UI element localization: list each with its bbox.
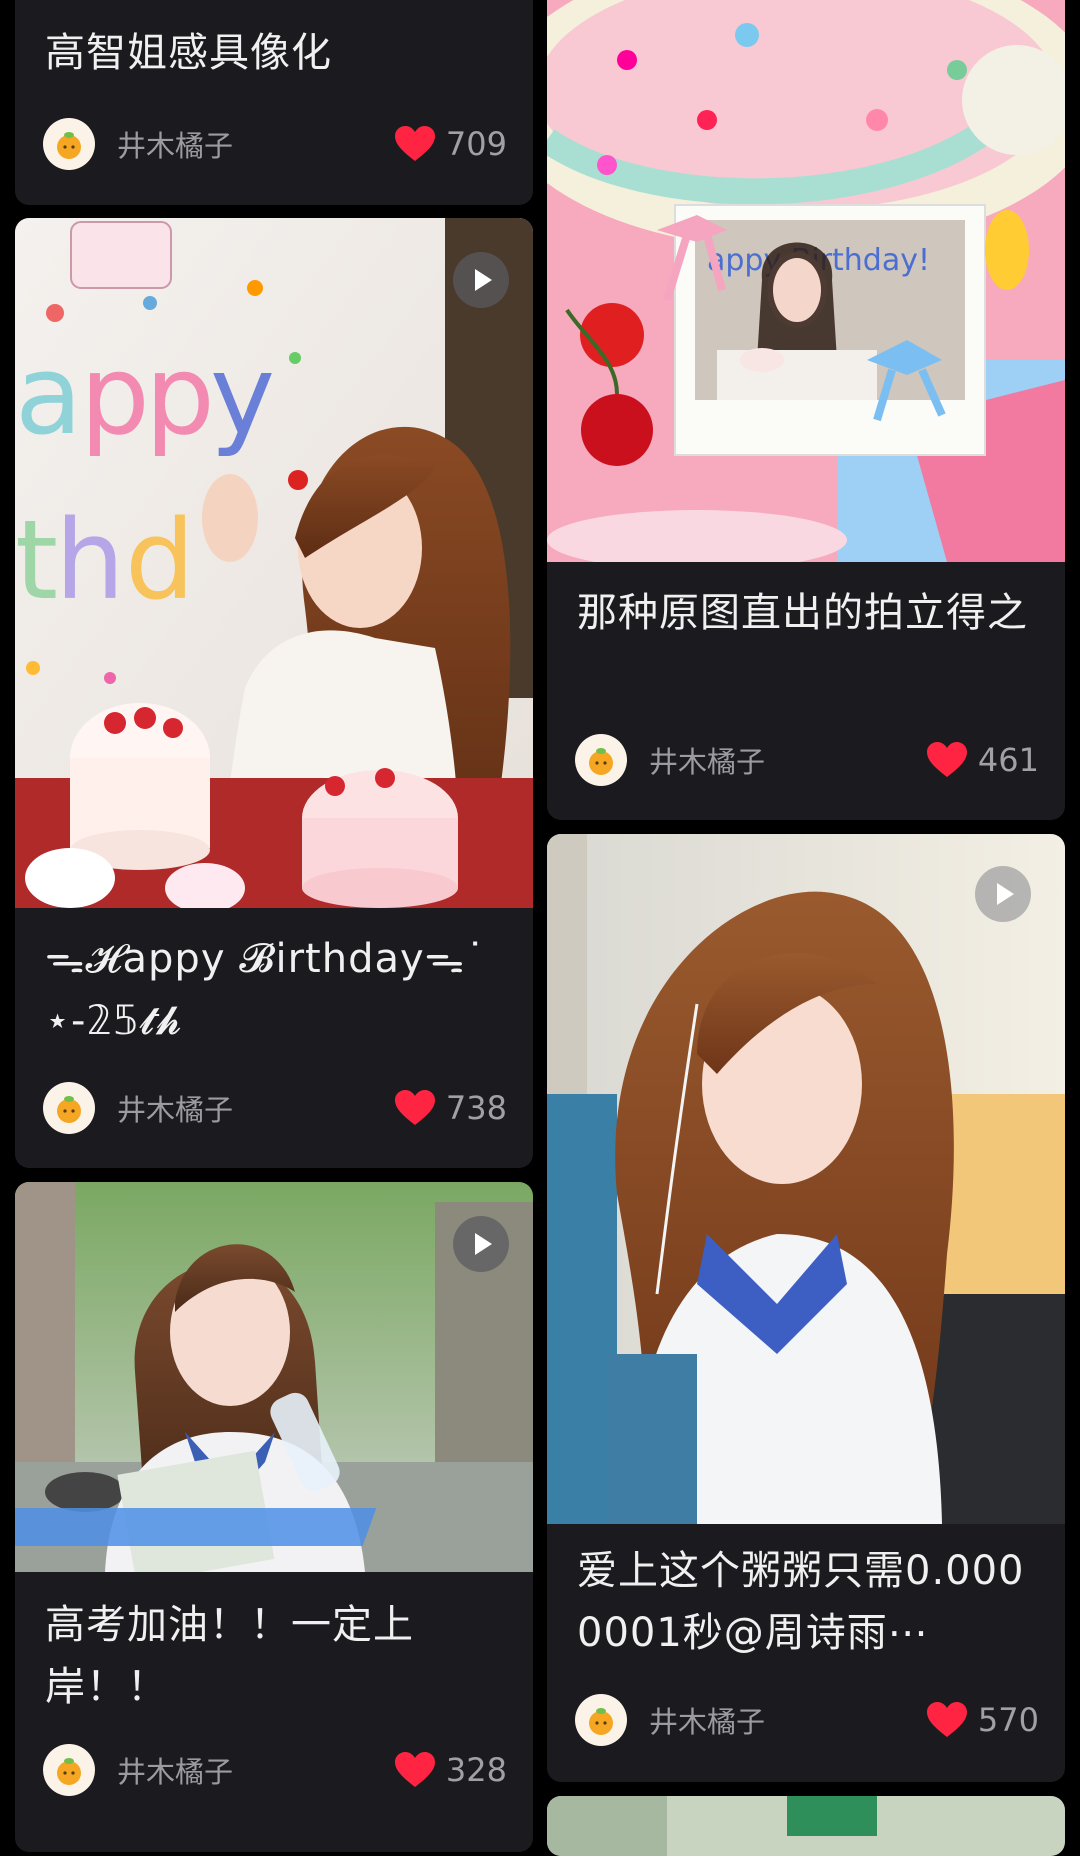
svg-text:a: a	[15, 331, 82, 459]
svg-text:p: p	[145, 331, 215, 459]
note-cover-image[interactable]: appy Birthday!	[547, 0, 1065, 562]
note-title: 高智姐感具像化	[45, 30, 332, 76]
like-count: 328	[445, 1751, 507, 1789]
author-name[interactable]: 井木橘子	[117, 123, 394, 165]
svg-text:d: d	[125, 496, 195, 624]
like-count: 570	[977, 1701, 1039, 1739]
heart-icon[interactable]	[394, 1751, 436, 1789]
author-avatar[interactable]	[43, 1744, 95, 1796]
like-count: 738	[445, 1089, 507, 1127]
orange-mascot-icon	[589, 1708, 613, 1735]
author-name[interactable]: 井木橘子	[117, 1749, 394, 1791]
note-card[interactable]: appy Birthday! 那种原图直出的拍立得之 井木橘子 461	[547, 0, 1065, 820]
author-name[interactable]: 井木橘子	[649, 1699, 926, 1741]
note-card[interactable]	[547, 1796, 1065, 1856]
heart-icon[interactable]	[394, 125, 436, 163]
orange-mascot-icon	[57, 132, 81, 159]
author-avatar[interactable]	[43, 118, 95, 170]
author-avatar[interactable]	[575, 1694, 627, 1746]
heart-icon[interactable]	[394, 1089, 436, 1127]
play-icon[interactable]	[453, 252, 509, 308]
author-avatar[interactable]	[575, 734, 627, 786]
note-title: 爱上这个粥粥只需0.0000001秒@周诗雨⋯	[577, 1548, 1025, 1656]
like-count: 709	[445, 125, 507, 163]
note-cover-image[interactable]	[547, 1796, 1065, 1856]
heart-icon[interactable]	[926, 1701, 968, 1739]
note-cover-image[interactable]	[547, 834, 1065, 1524]
orange-mascot-icon	[57, 1758, 81, 1785]
note-title: ᯓ𝓗appy 𝓑irthdayᯓ˙⋆-𝟚𝟝𝓽𝓱	[45, 936, 487, 1044]
note-cover-image[interactable]: a p p y t h d	[15, 218, 533, 908]
orange-mascot-icon	[589, 748, 613, 775]
svg-text:y: y	[210, 331, 275, 459]
play-icon[interactable]	[453, 1216, 509, 1272]
svg-text:h: h	[55, 496, 125, 624]
note-card[interactable]: a p p y t h d ᯓ𝓗appy 𝓑irthdayᯓ˙⋆-𝟚𝟝𝓽𝓱 井木…	[15, 218, 533, 1168]
note-meta: 井木橘子 570	[575, 1692, 1039, 1748]
heart-icon[interactable]	[926, 741, 968, 779]
author-avatar[interactable]	[43, 1082, 95, 1134]
author-name[interactable]: 井木橘子	[117, 1087, 394, 1129]
note-title: 那种原图直出的拍立得之	[577, 590, 1028, 636]
note-meta: 井木橘子 328	[43, 1742, 507, 1798]
note-meta: 井木橘子 461	[575, 732, 1039, 788]
note-title: 高考加油！！一定上岸！！	[45, 1602, 414, 1710]
orange-mascot-icon	[57, 1096, 81, 1123]
like-count: 461	[977, 741, 1039, 779]
svg-text:p: p	[80, 331, 150, 459]
play-icon[interactable]	[975, 866, 1031, 922]
note-meta: 井木橘子 709	[43, 116, 507, 172]
note-cover-image[interactable]	[15, 1182, 533, 1572]
note-card[interactable]: 爱上这个粥粥只需0.0000001秒@周诗雨⋯ 井木橘子 570	[547, 834, 1065, 1782]
svg-text:t: t	[15, 496, 58, 624]
note-card[interactable]: 高考加油！！一定上岸！！ 井木橘子 328	[15, 1182, 533, 1852]
note-meta: 井木橘子 738	[43, 1080, 507, 1136]
note-card[interactable]: 高智姐感具像化 井木橘子 709	[15, 0, 533, 205]
author-name[interactable]: 井木橘子	[649, 739, 926, 781]
